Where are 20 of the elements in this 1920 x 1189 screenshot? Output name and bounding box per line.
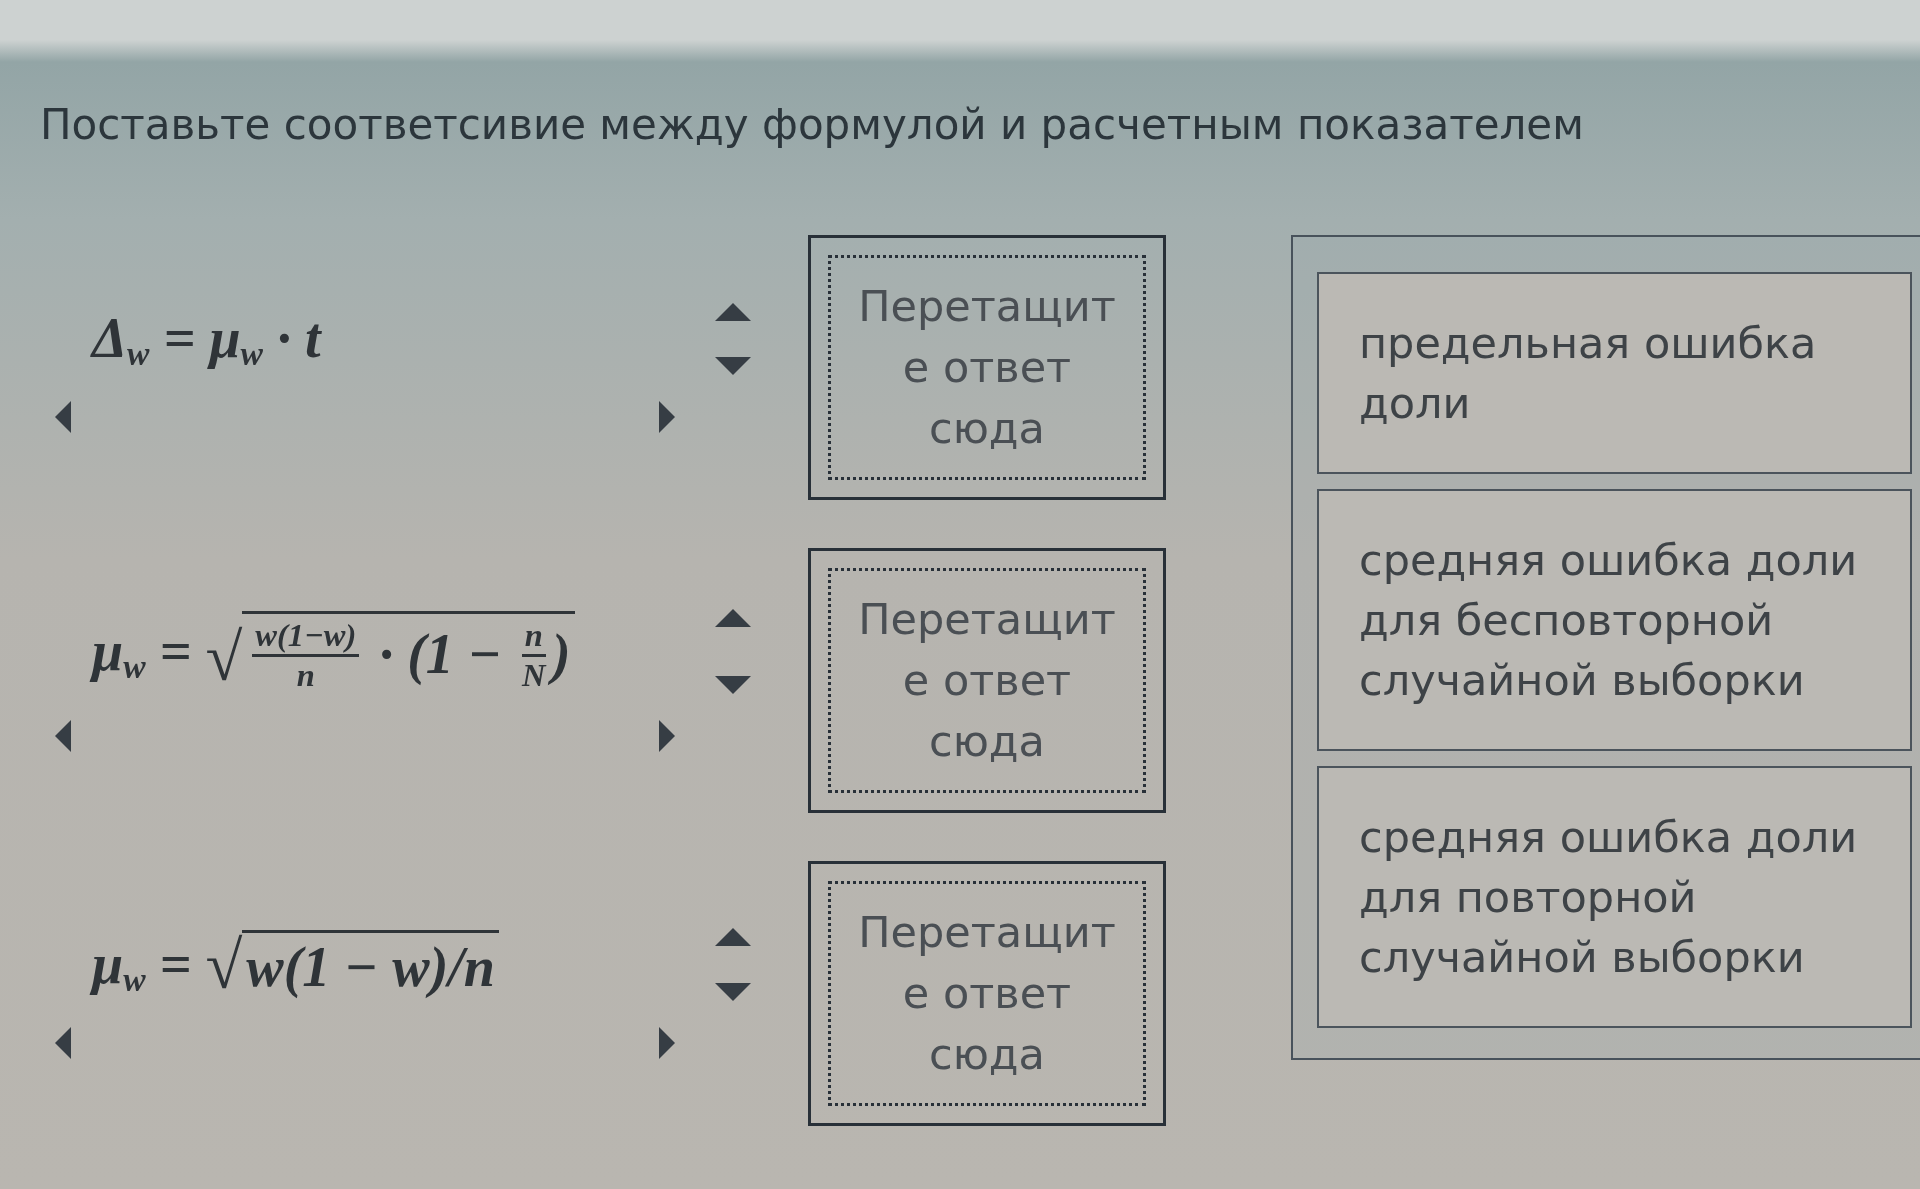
scroll-left-icon[interactable] [55, 1026, 71, 1059]
scroll-up-icon[interactable] [715, 609, 751, 628]
scroll-right-icon[interactable] [659, 400, 675, 433]
scroll-down-icon[interactable] [715, 356, 751, 375]
answer-card[interactable]: средняя ошибка доли для бесповторной случайной выборки [1317, 489, 1912, 751]
scroll-left-icon[interactable] [55, 719, 71, 752]
answer-card[interactable]: предельная ошибка доли [1317, 272, 1912, 474]
scroll-left-icon[interactable] [55, 400, 71, 433]
math-formula: Δ$_{w}$ = μ$_{w}$ · t [92, 307, 321, 370]
question-prompt: Поставьте соответсивие между формулой и расчетным показателем [40, 100, 1585, 150]
answer-card[interactable]: средняя ошибка доли для повторной случайной выборки [1317, 766, 1912, 1028]
scroll-right-icon[interactable] [659, 719, 675, 752]
scroll-up-icon[interactable] [715, 302, 751, 321]
scroll-down-icon[interactable] [715, 982, 751, 1001]
answer-drop-zone[interactable]: Перетащите ответ сюда [808, 861, 1166, 1126]
scroll-down-icon[interactable] [715, 675, 751, 694]
answer-drop-zone[interactable]: Перетащите ответ сюда [808, 235, 1166, 500]
scroll-right-icon[interactable] [659, 1026, 675, 1059]
scroll-up-icon[interactable] [715, 928, 751, 947]
answer-drop-zone[interactable]: Перетащите ответ сюда [808, 548, 1166, 813]
